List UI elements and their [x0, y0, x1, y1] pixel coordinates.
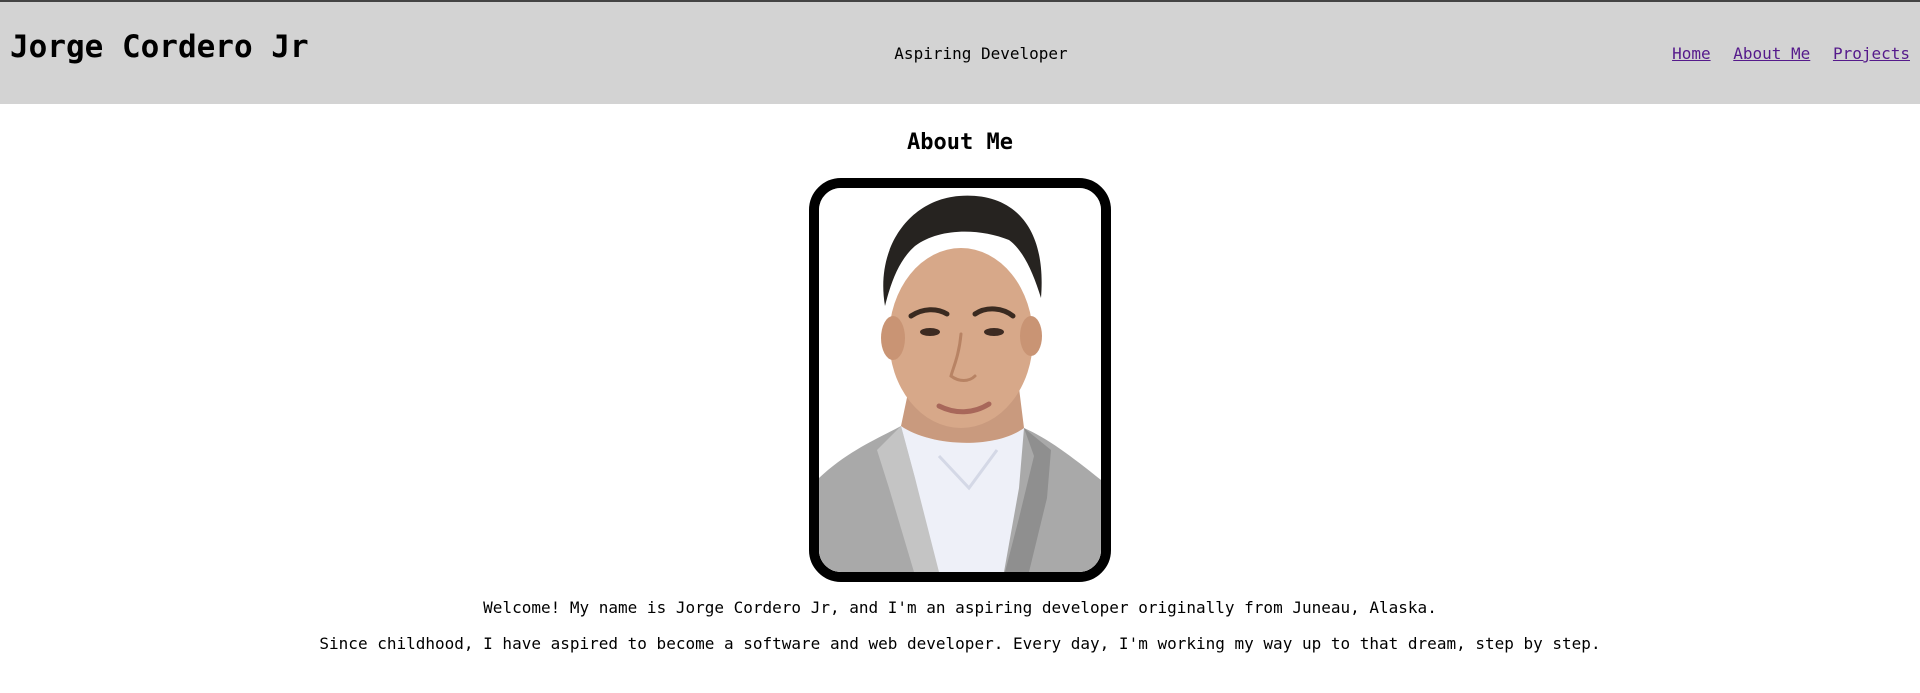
nav-link-home[interactable]: Home — [1672, 44, 1711, 63]
page-title: About Me — [907, 130, 1013, 155]
nav-link-about-me[interactable]: About Me — [1733, 44, 1810, 63]
aspiration-paragraph: Since childhood, I have aspired to becom… — [319, 634, 1601, 653]
nav-link-projects[interactable]: Projects — [1833, 44, 1910, 63]
main-nav: Home About Me Projects — [1659, 44, 1910, 63]
site-title: Jorge Cordero Jr — [10, 29, 309, 65]
intro-paragraph: Welcome! My name is Jorge Cordero Jr, an… — [483, 598, 1437, 617]
profile-photo — [809, 178, 1111, 582]
main-content: About Me Welcome! My name is Jorge Corde… — [0, 104, 1920, 693]
site-header: Jorge Cordero Jr Aspiring Developer Home… — [0, 2, 1920, 104]
profile-photo-illustration — [819, 188, 1101, 572]
